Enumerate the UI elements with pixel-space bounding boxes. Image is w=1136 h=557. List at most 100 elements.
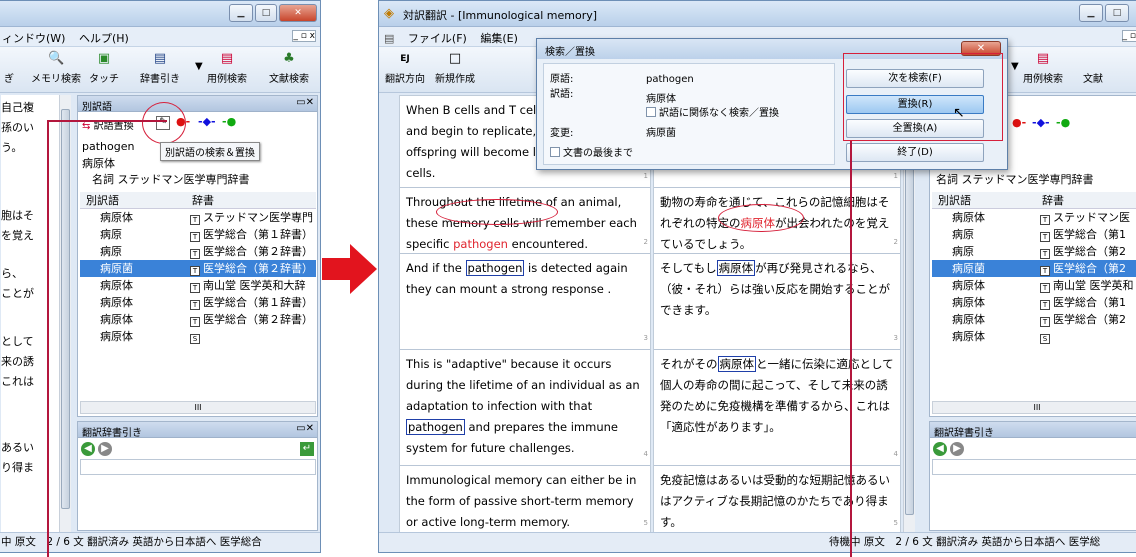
dict-name: T 医学総合（第1	[1040, 226, 1126, 243]
dict-label: 医学総合（第２辞書）	[203, 245, 313, 258]
toolbar-item-cut[interactable]: ぎ	[1, 51, 17, 85]
translate-direction-button[interactable]: EJ 翻訳方向	[385, 51, 425, 85]
left-menu-bar: ィンドウ(W) ヘルプ(H) _ ▫ x	[0, 27, 320, 47]
maximize-button[interactable]: □	[255, 4, 277, 22]
text-frag: ことが	[1, 287, 34, 300]
dict-pane-header: 翻訳辞書引き ▭✕	[78, 422, 317, 439]
toolbar-literature-search[interactable]: ♣ 文献検索	[269, 51, 309, 85]
toolbar-dictionary[interactable]: ▤ 辞書引き	[140, 51, 180, 85]
toolbar-example-search[interactable]: ▤ 用例検索	[1023, 51, 1063, 85]
left-text-scrollbar[interactable]	[59, 95, 71, 532]
table-row[interactable]: 病原体 T 医学総合（第１辞書）	[80, 294, 316, 311]
mdi-buttons[interactable]: _ ▫	[1121, 30, 1136, 42]
app-logo-icon: ◈	[384, 6, 394, 21]
toolbar-example-search[interactable]: ▤ 用例検索	[207, 51, 247, 85]
annotation-circle	[436, 199, 558, 225]
table-row[interactable]: 病原 T 医学総合（第2	[932, 243, 1136, 260]
alt-hscroll[interactable]: III	[932, 401, 1136, 414]
toolbar-dropdown[interactable]: ▼	[1011, 61, 1019, 72]
alt-pane-header: 別訳語 ▭✕	[78, 96, 317, 113]
ej-direction-icon: EJ	[400, 54, 410, 64]
pane-close-icon[interactable]: ▭✕	[296, 97, 314, 108]
toolbar-memory-search[interactable]: 🔍 メモリ検索	[31, 51, 81, 85]
change-label: 変更:	[550, 128, 574, 139]
minimize-button[interactable]: ▁	[1079, 4, 1103, 22]
menu-window[interactable]: ィンドウ(W)	[0, 27, 70, 49]
text-frag: 来の誘	[1, 355, 34, 368]
mdi-buttons[interactable]: _ ▫ x	[292, 30, 316, 42]
table-row[interactable]: 病原体 T 医学総合（第2	[932, 311, 1136, 328]
new-document-button[interactable]: □ 新規作成	[435, 51, 475, 85]
pane-close-icon[interactable]: ▭✕	[296, 423, 314, 434]
nav-red-icon[interactable]: ●-	[1012, 116, 1026, 129]
dictionary-icon: T	[190, 266, 200, 276]
nav-blue-icon[interactable]: -◆-	[1032, 116, 1050, 129]
nav-green-icon[interactable]: -●	[222, 115, 236, 128]
minimize-button[interactable]: ▁	[229, 4, 253, 22]
table-row[interactable]: 病原 T 医学総合（第1	[932, 226, 1136, 243]
dict-label: 医学総合（第１辞書）	[203, 296, 313, 309]
toolbar-dropdown[interactable]: ▼	[195, 61, 203, 72]
highlighted-term: pathogen	[453, 237, 508, 251]
dict-lookup-input[interactable]	[932, 459, 1136, 475]
segment-3-ja[interactable]: そしてもし 病原体 が再び発見されるなら、 （彼・それ）らは強い反応を開始することが…	[654, 254, 900, 350]
toolbar-literature-search[interactable]: 文献	[1083, 51, 1103, 85]
menu-edit[interactable]: 編集(E)	[475, 27, 523, 49]
enter-icon[interactable]: ↵	[300, 442, 314, 456]
dict-name: T 南山堂 医学英和大辞	[190, 277, 306, 294]
table-row[interactable]: 病原体 T 南山堂 医学英和	[932, 277, 1136, 294]
toolbar-touch[interactable]: ▣ タッチ	[89, 51, 119, 85]
left-text-pane[interactable]: 自己複 孫のい う。 胞はそ を覚え ら、 ことが として 来の誘 これは ある…	[1, 95, 63, 532]
alt-term: 病原体	[952, 279, 985, 292]
nav-green-icon[interactable]: -●	[1056, 116, 1070, 129]
menu-help[interactable]: ヘルプ(H)	[74, 27, 134, 49]
dict-label: 医学総合（第2	[1053, 245, 1126, 258]
forward-icon[interactable]: ▶	[98, 442, 112, 456]
table-row[interactable]: 病原体 T 医学総合（第２辞書）	[80, 311, 316, 328]
back-icon[interactable]: ◀	[933, 442, 947, 456]
to-end-checkbox[interactable]: 文書の最後まで	[550, 144, 633, 159]
source-label: 原語:	[550, 74, 574, 85]
dict-name: T ステッドマン医学専門	[190, 209, 313, 226]
alt-table: 別訳語 辞書 病原体 T ステッドマン医学専門 病原 T 医学総合（第１辞書） 病原 T 医学総…	[80, 192, 316, 345]
dict-name: T ステッドマン医	[1040, 209, 1130, 226]
text-frag: り得ま	[1, 461, 34, 474]
dictionary-icon: ▤	[153, 51, 167, 66]
table-row[interactable]: 病原 T 医学総合（第１辞書）	[80, 226, 316, 243]
annotation-circle	[718, 204, 804, 232]
forward-icon[interactable]: ▶	[950, 442, 964, 456]
dictionary-icon: T	[190, 283, 200, 293]
table-row[interactable]: 病原体 S	[80, 328, 316, 345]
target-word: 病原体	[82, 157, 115, 170]
alt-term: 病原菌	[100, 262, 133, 275]
dict-label: 医学総合（第1	[1053, 228, 1126, 241]
close-button[interactable]: ✕	[279, 4, 317, 22]
segment-4-ja[interactable]: それがその 病原体 と一緒に伝染に適応として 個人の寿命の間に起こって、そして未来の…	[654, 350, 900, 466]
table-row[interactable]: 病原 T 医学総合（第２辞書）	[80, 243, 316, 260]
table-row[interactable]: 病原体 S	[932, 328, 1136, 345]
segment-4[interactable]: This is "adaptive" because it occurs dur…	[400, 350, 650, 466]
ignore-translation-checkbox[interactable]: 訳語に関係なく検索／置換	[646, 104, 779, 119]
nav-blue-icon[interactable]: -◆-	[198, 115, 216, 128]
window-title: 対訳翻訳 - [Immunological memory]	[403, 9, 598, 22]
dict-name: T 医学総合（第２辞書）	[190, 311, 313, 328]
dict-name: S	[1040, 328, 1053, 345]
close-dialog-button[interactable]: 終了(D)	[846, 143, 984, 162]
table-row[interactable]: 病原菌 T 医学総合（第２辞書）	[80, 260, 316, 277]
alt-term: 病原体	[952, 296, 985, 309]
table-row[interactable]: 病原体 T ステッドマン医学専門	[80, 209, 316, 226]
alt-hscroll[interactable]: III	[80, 401, 316, 414]
checkbox-box	[646, 107, 656, 117]
segment-3[interactable]: And if the pathogen is detected again th…	[400, 254, 650, 350]
table-row[interactable]: 病原体 T 医学総合（第1	[932, 294, 1136, 311]
table-row[interactable]: 病原菌 T 医学総合（第2	[932, 260, 1136, 277]
maximize-button[interactable]: □	[1105, 4, 1129, 22]
menu-file[interactable]: ファイル(F)	[403, 27, 472, 49]
dict-lookup-input[interactable]	[80, 459, 316, 475]
dictionary-icon: S	[190, 334, 200, 344]
back-icon[interactable]: ◀	[81, 442, 95, 456]
table-row[interactable]: 病原体 T ステッドマン医	[932, 209, 1136, 226]
segment-5-ja[interactable]: 免疫記憶はあるいは受動的な短期記憶あるい はアクティブな長期記憶のかたちであり得…	[654, 466, 900, 532]
segment-5[interactable]: Immunological memory can either be in th…	[400, 466, 650, 532]
table-row[interactable]: 病原体 T 南山堂 医学英和大辞	[80, 277, 316, 294]
